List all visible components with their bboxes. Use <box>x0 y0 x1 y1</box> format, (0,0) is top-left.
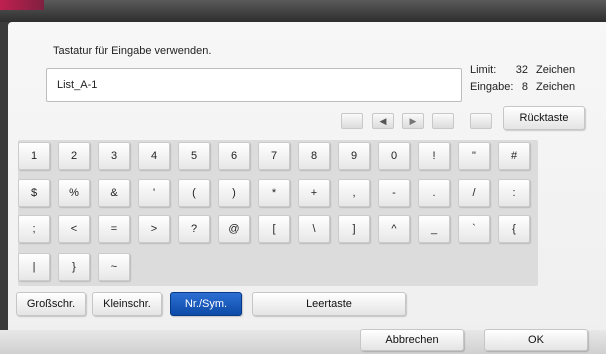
lowercase-mode-button[interactable]: Kleinschr. <box>92 292 162 316</box>
ok-button[interactable]: OK <box>484 329 588 351</box>
cursor-right-button[interactable]: ▶ <box>402 113 424 129</box>
key-row1-2[interactable]: 3 <box>98 142 130 170</box>
key-row3-9[interactable]: ^ <box>378 215 410 243</box>
title-bar <box>0 0 606 22</box>
key-row3-11[interactable]: ` <box>458 215 490 243</box>
limit-unit: Zeichen <box>536 64 576 76</box>
placeholder-control[interactable] <box>341 113 363 129</box>
key-row2-12[interactable]: : <box>498 179 530 207</box>
key-row2-4[interactable]: ( <box>178 179 210 207</box>
uppercase-mode-button[interactable]: Großschr. <box>16 292 86 316</box>
key-row2-11[interactable]: / <box>458 179 490 207</box>
key-row3-0[interactable]: ; <box>18 215 50 243</box>
input-unit: Zeichen <box>536 81 576 93</box>
key-row2-2[interactable]: & <box>98 179 130 207</box>
key-row1-5[interactable]: 6 <box>218 142 250 170</box>
key-row1-1[interactable]: 2 <box>58 142 90 170</box>
placeholder-control-2[interactable] <box>432 113 454 129</box>
key-row4-2[interactable]: ~ <box>98 253 130 281</box>
key-row1-8[interactable]: 9 <box>338 142 370 170</box>
limit-value: 32 <box>515 64 528 76</box>
placeholder-control-3[interactable] <box>470 113 492 129</box>
cancel-button[interactable]: Abbrechen <box>360 329 464 351</box>
cursor-left-button[interactable]: ◀ <box>372 113 394 129</box>
limit-label: Limit: <box>470 64 497 76</box>
key-row2-5[interactable]: ) <box>218 179 250 207</box>
key-row4-1[interactable]: } <box>58 253 90 281</box>
key-row1-12[interactable]: # <box>498 142 530 170</box>
key-row3-7[interactable]: \ <box>298 215 330 243</box>
key-row2-8[interactable]: , <box>338 179 370 207</box>
key-row4-0[interactable]: | <box>18 253 50 281</box>
key-row2-10[interactable]: . <box>418 179 450 207</box>
key-row1-0[interactable]: 1 <box>18 142 50 170</box>
key-row3-10[interactable]: _ <box>418 215 450 243</box>
key-row3-3[interactable]: > <box>138 215 170 243</box>
key-row2-0[interactable]: $ <box>18 179 50 207</box>
instruction-text: Tastatur für Eingabe verwenden. <box>53 45 212 57</box>
key-row1-4[interactable]: 5 <box>178 142 210 170</box>
key-row3-5[interactable]: @ <box>218 215 250 243</box>
space-button[interactable]: Leertaste <box>252 292 406 316</box>
key-row1-3[interactable]: 4 <box>138 142 170 170</box>
key-row2-9[interactable]: - <box>378 179 410 207</box>
input-value: 8 <box>521 81 528 93</box>
key-row1-9[interactable]: 0 <box>378 142 410 170</box>
key-row3-4[interactable]: ? <box>178 215 210 243</box>
key-row1-6[interactable]: 7 <box>258 142 290 170</box>
key-row3-12[interactable]: { <box>498 215 530 243</box>
key-row2-1[interactable]: % <box>58 179 90 207</box>
key-row2-6[interactable]: * <box>258 179 290 207</box>
key-row3-2[interactable]: = <box>98 215 130 243</box>
key-row1-10[interactable]: ! <box>418 142 450 170</box>
text-input[interactable]: List_A-1 <box>46 68 462 102</box>
key-row2-3[interactable]: ' <box>138 179 170 207</box>
key-row3-8[interactable]: ] <box>338 215 370 243</box>
brand-accent <box>0 0 44 10</box>
key-row3-6[interactable]: [ <box>258 215 290 243</box>
key-row1-11[interactable]: " <box>458 142 490 170</box>
key-row1-7[interactable]: 8 <box>298 142 330 170</box>
numsym-mode-button[interactable]: Nr./Sym. <box>170 292 242 316</box>
backspace-button[interactable]: Rücktaste <box>503 106 585 130</box>
key-row2-7[interactable]: + <box>298 179 330 207</box>
key-row3-1[interactable]: < <box>58 215 90 243</box>
